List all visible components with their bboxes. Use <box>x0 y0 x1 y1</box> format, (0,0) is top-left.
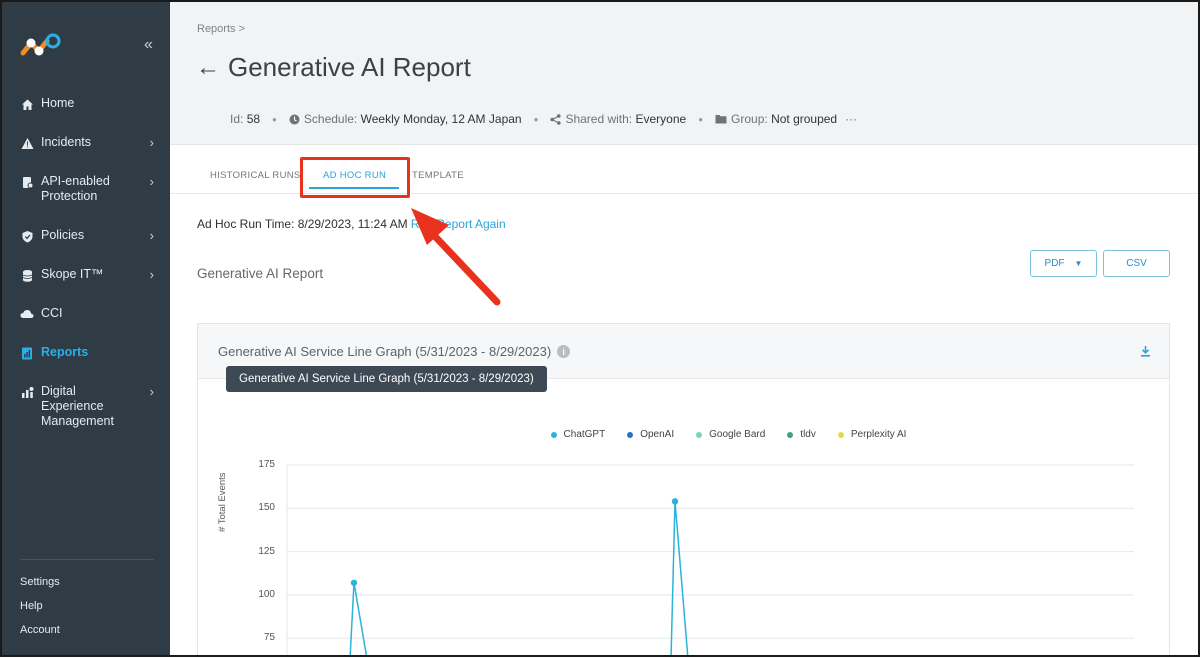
chevron-right-icon: › <box>149 174 154 189</box>
sidebar-item-label: Policies <box>41 228 85 242</box>
csv-button-label: CSV <box>1126 258 1147 269</box>
sidebar-item-skope-it[interactable]: Skope IT™ › <box>2 261 170 288</box>
folder-icon <box>715 114 727 124</box>
run-report-again-link[interactable]: Run Report Again <box>411 217 506 231</box>
sidebar-divider <box>20 559 154 560</box>
sidebar-item-label: Incidents <box>41 135 92 149</box>
sidebar-item-cci[interactable]: CCI <box>2 300 170 327</box>
schedule-value: Weekly Monday, 12 AM Japan <box>360 112 522 126</box>
separator-dot: ● <box>272 114 277 124</box>
sidebar-item-incidents[interactable]: Incidents › <box>2 129 170 156</box>
chart-card-title: Generative AI Service Line Graph (5/31/2… <box>218 344 571 359</box>
sidebar-item-api-enabled-protection[interactable]: API-enabled Protection › <box>2 168 170 210</box>
account-link[interactable]: Account <box>20 624 60 636</box>
id-value: 58 <box>246 112 261 126</box>
pdf-button-label: PDF <box>1044 258 1065 269</box>
netskope-logo-icon[interactable] <box>20 32 64 58</box>
sidebar-item-label: Digital Experience Management <box>41 384 114 428</box>
clock-icon <box>289 114 300 125</box>
sidebar-bottom-links: Settings Help Account <box>20 576 60 648</box>
tab-ad-hoc-run[interactable]: AD HOC RUN <box>323 170 386 181</box>
line-chart: ChatGPT OpenAI Google Bard tldv Perplexity A… <box>197 402 1170 655</box>
chevron-right-icon: › <box>149 228 154 243</box>
tab-template[interactable]: TEMPLATE <box>412 170 464 181</box>
sidebar-item-label: API-enabled Protection <box>41 174 110 203</box>
breadcrumb[interactable]: Reports > <box>197 23 245 35</box>
home-icon <box>20 97 34 111</box>
sidebar-item-label: CCI <box>41 306 63 320</box>
data-point-chatgpt[interactable] <box>350 579 358 586</box>
shared-value: Everyone <box>635 112 687 126</box>
sidebar: « Home Incidents › API-enabled Protectio… <box>2 2 170 655</box>
sidebar-item-policies[interactable]: Policies › <box>2 222 170 249</box>
active-tab-indicator <box>309 187 399 189</box>
group-value: Not grouped <box>771 112 838 126</box>
shared-label: Shared with: <box>565 112 633 126</box>
page-header: Reports > ← Generative AI Report Id: 58 … <box>170 2 1198 145</box>
ad-hoc-run-time: Ad Hoc Run Time: 8/29/2023, 11:24 AM <box>197 217 408 231</box>
annotation-arrow-icon <box>411 208 501 306</box>
cloud-icon <box>20 307 34 321</box>
page-title: ← Generative AI Report <box>196 52 471 83</box>
dem-icon <box>20 385 34 399</box>
back-arrow-icon[interactable]: ← <box>196 54 220 82</box>
report-meta: Id: 58 ● Schedule: Weekly Monday, 12 AM … <box>230 112 857 126</box>
share-icon <box>550 113 562 125</box>
separator-dot: ● <box>533 114 539 124</box>
pdf-button[interactable]: PDF ▼ <box>1030 250 1097 277</box>
sidebar-item-label: Reports <box>41 345 89 359</box>
csv-button[interactable]: CSV <box>1103 250 1170 277</box>
series-line-chatgpt <box>349 582 368 655</box>
settings-link[interactable]: Settings <box>20 576 60 588</box>
sidebar-item-digital-experience-management[interactable]: Digital Experience Management › <box>2 378 170 435</box>
sidebar-item-label: Skope IT™ <box>41 267 104 281</box>
separator-dot: ● <box>698 114 704 124</box>
schedule-label: Schedule: <box>303 112 358 126</box>
report-name: Generative AI Report <box>197 266 324 281</box>
sidebar-item-label: Home <box>41 96 75 110</box>
page-title-text: Generative AI Report <box>228 52 471 82</box>
sidebar-nav: Home Incidents › API-enabled Protection … <box>2 90 170 435</box>
help-link[interactable]: Help <box>20 600 60 612</box>
sidebar-item-home[interactable]: Home <box>2 90 170 117</box>
download-icon[interactable] <box>1140 344 1151 362</box>
database-icon <box>20 268 34 282</box>
data-point-chatgpt[interactable] <box>671 498 679 505</box>
group-label: Group: <box>731 112 768 126</box>
report-icon <box>20 346 34 360</box>
chevron-right-icon: › <box>149 267 154 282</box>
sidebar-item-reports[interactable]: Reports <box>2 339 170 366</box>
series-line-chatgpt <box>670 501 689 655</box>
caret-down-icon: ▼ <box>1074 259 1083 268</box>
double-chevron-left-icon[interactable]: « <box>144 36 153 54</box>
chart-card-title-text: Generative AI Service Line Graph (5/31/2… <box>218 344 552 359</box>
report-tabs: HISTORICAL RUNS AD HOC RUN TEMPLATE <box>170 166 1198 194</box>
chart-title-tooltip: Generative AI Service Line Graph (5/31/2… <box>226 366 547 392</box>
tab-historical-runs[interactable]: HISTORICAL RUNS <box>210 170 301 181</box>
chevron-right-icon: › <box>149 384 154 399</box>
api-icon <box>20 175 34 189</box>
warning-icon <box>20 136 34 150</box>
shield-icon <box>20 229 34 243</box>
screenshot-frame: « Home Incidents › API-enabled Protectio… <box>0 0 1200 657</box>
info-icon[interactable]: i <box>557 345 571 358</box>
ad-hoc-run-info: Ad Hoc Run Time: 8/29/2023, 11:24 AM Run… <box>197 217 506 231</box>
chart-plot-area <box>286 464 1134 655</box>
chevron-right-icon: › <box>149 135 154 150</box>
id-label: Id: <box>230 112 244 126</box>
more-options-icon[interactable]: ··· <box>845 112 857 126</box>
